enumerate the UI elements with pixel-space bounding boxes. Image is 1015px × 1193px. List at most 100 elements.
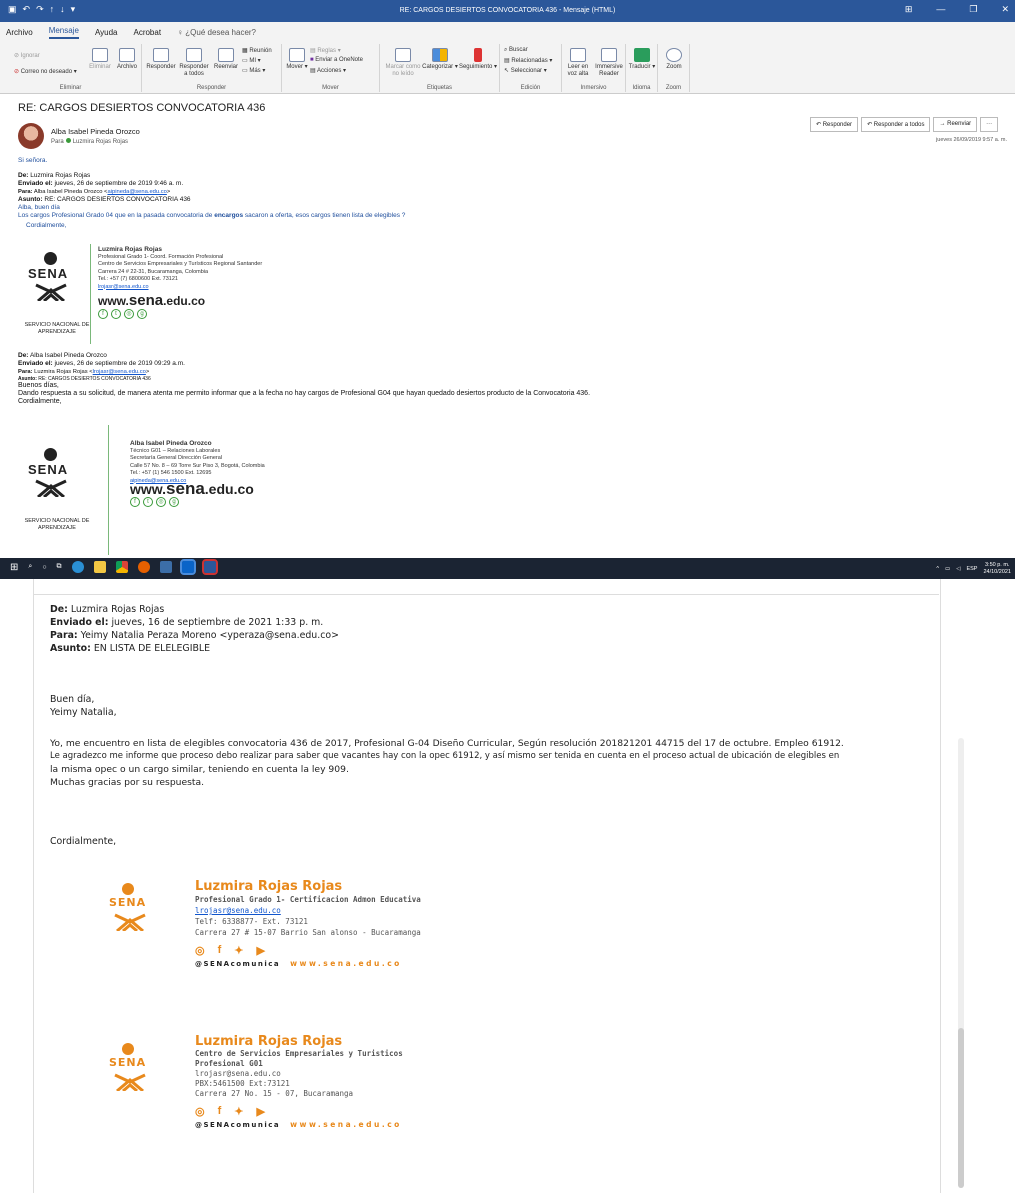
reply-button[interactable]: Responder <box>146 48 176 71</box>
task-view-icon[interactable]: ⧉ <box>57 563 62 571</box>
edge-icon[interactable] <box>71 561 84 573</box>
email-link[interactable]: lrojasr@sena.edu.co <box>93 369 146 375</box>
categorize-button[interactable]: Categorizar ▾ <box>422 48 458 71</box>
sena-figure-icon <box>114 1073 146 1091</box>
website-link[interactable]: www.sena.edu.co <box>290 1120 402 1129</box>
instagram-icon[interactable]: ◎ <box>124 308 134 319</box>
ribbon-display-icon[interactable]: ⊞ <box>905 4 913 15</box>
recipient-name[interactable]: Luzmira Rojas Rojas <box>73 139 128 145</box>
actions-button[interactable]: ▤ Acciones ▾ <box>310 67 346 74</box>
email-link[interactable]: aipineda@sena.edu.co <box>107 189 166 195</box>
rules-button[interactable]: ▤ Reglas ▾ <box>310 47 341 54</box>
facebook-icon[interactable]: f <box>218 1105 222 1118</box>
googleplus-icon[interactable]: g <box>169 496 179 507</box>
group-responder: Responder Responder a todos Reenviar ▦ R… <box>142 44 282 92</box>
meeting-button[interactable]: ▦ Reunión <box>242 47 272 54</box>
chrome-icon[interactable] <box>115 561 128 573</box>
signature-divider <box>90 244 91 344</box>
scrollbar[interactable] <box>958 738 964 1188</box>
reply-all-action-button[interactable]: ↶ Responder a todos <box>861 117 931 132</box>
social-icons: ◎ f ✦ ▶ <box>195 1105 403 1118</box>
junk-button[interactable]: ⊘ Correo no deseado ▾ <box>14 68 77 75</box>
windows-start-icon[interactable]: ⊞ <box>10 562 18 573</box>
tab-acrobat[interactable]: Acrobat <box>133 28 161 37</box>
archive-button[interactable]: Archivo <box>114 48 140 71</box>
twitter-icon[interactable]: ✦ <box>234 944 243 957</box>
close-button[interactable]: ✕ <box>1001 4 1009 15</box>
sena-figure-icon <box>35 283 67 301</box>
im-button[interactable]: ▭ MI ▾ <box>242 57 261 64</box>
network-icon[interactable]: ▭ <box>945 566 950 572</box>
twitter-icon[interactable]: ✦ <box>234 1105 243 1118</box>
immersive-reader-button[interactable]: Immersive Reader <box>594 48 624 78</box>
move-button[interactable]: Mover ▾ <box>286 48 308 71</box>
ignore-button[interactable]: ⊘ Ignorar <box>14 52 40 59</box>
website-link[interactable]: www.sena.edu.co <box>130 480 265 497</box>
read-aloud-icon <box>570 48 586 62</box>
facebook-icon[interactable]: f <box>130 496 140 507</box>
forward-action-button[interactable]: → Reenviar <box>933 117 978 132</box>
sender-name[interactable]: Alba Isabel Pineda Orozco <box>51 127 140 136</box>
onenote-button[interactable]: ■ Enviar a OneNote <box>310 57 363 63</box>
youtube-icon[interactable]: ▶ <box>257 1105 265 1118</box>
instagram-icon[interactable]: ◎ <box>156 496 166 507</box>
more-button[interactable]: ▭ Más ▾ <box>242 67 265 74</box>
read-aloud-button[interactable]: Leer en voz alta <box>564 48 592 78</box>
tray-chevron-icon[interactable]: ^ <box>936 566 939 572</box>
group-edicion: ⌕ Buscar ▤ Relacionadas ▾ ↖ Seleccionar … <box>500 44 562 92</box>
select-icon: ↖ <box>504 68 510 74</box>
tab-mensaje[interactable]: Mensaje <box>48 26 79 39</box>
mark-unread-button[interactable]: Marcar como no leído <box>384 48 422 78</box>
delete-button[interactable]: Eliminar <box>88 48 112 71</box>
minimize-button[interactable]: — <box>936 4 945 15</box>
message-subject: RE: CARGOS DESIERTOS CONVOCATORIA 436 <box>18 102 266 114</box>
tab-ayuda[interactable]: Ayuda <box>95 28 118 37</box>
file-explorer-icon[interactable] <box>93 561 106 573</box>
language-indicator[interactable]: ESP <box>966 566 977 572</box>
website-link[interactable]: www.sena.edu.co <box>98 293 262 308</box>
email-link[interactable]: lrojasr@sena.edu.co <box>195 905 421 916</box>
volume-icon[interactable]: ◁ <box>956 566 960 572</box>
avatar[interactable] <box>18 123 44 149</box>
email-link[interactable]: lrojasr@sena.edu.co <box>98 284 262 292</box>
forward-icon: → <box>939 121 946 127</box>
forward-button[interactable]: Reenviar <box>212 48 240 71</box>
zoom-button[interactable]: Zoom <box>660 48 688 71</box>
cortana-icon[interactable]: ○ <box>42 564 46 571</box>
firefox-icon[interactable] <box>137 561 150 573</box>
related-icon: ▤ <box>504 58 510 64</box>
tab-archivo[interactable]: Archivo <box>6 28 33 37</box>
search-icon[interactable]: ⌕ <box>28 563 32 571</box>
reply-all-button[interactable]: Responder a todos <box>178 48 210 78</box>
find-button[interactable]: ⌕ Buscar <box>504 47 528 54</box>
instagram-icon[interactable]: ◎ <box>195 944 205 957</box>
quoted-header-2: De: Alba Isabel Pineda Orozco Enviado el… <box>18 352 591 405</box>
im-icon: ▭ <box>242 58 248 64</box>
signature-2: Alba Isabel Pineda Orozco Técnico G01 – … <box>130 440 265 507</box>
youtube-icon[interactable]: ▶ <box>257 944 265 957</box>
facebook-icon[interactable]: f <box>98 308 108 319</box>
outlook-icon[interactable] <box>179 559 196 575</box>
app-icon[interactable] <box>159 561 172 573</box>
group-etiquetas: Marcar como no leído Categorizar ▾ Segui… <box>380 44 500 92</box>
tell-me-box[interactable]: ♀ ¿Qué desea hacer? <box>177 28 256 37</box>
twitter-icon[interactable]: t <box>111 308 121 319</box>
twitter-icon[interactable]: t <box>143 496 153 507</box>
tell-me-placeholder: ¿Qué desea hacer? <box>185 27 257 37</box>
maximize-button[interactable]: ❐ <box>969 4 977 15</box>
clock[interactable]: 3:50 p. m. 24/10/2021 <box>983 562 1011 576</box>
sena-logo: SENA SERVICIO NACIONAL DE APRENDIZAJE <box>22 252 89 347</box>
followup-button[interactable]: Seguimiento ▾ <box>458 48 498 71</box>
related-button[interactable]: ▤ Relacionadas ▾ <box>504 57 552 64</box>
instagram-icon[interactable]: ◎ <box>195 1105 205 1118</box>
facebook-icon[interactable]: f <box>218 944 222 957</box>
translate-button[interactable]: Traducir ▾ <box>628 48 656 71</box>
googleplus-icon[interactable]: g <box>137 308 147 319</box>
select-button[interactable]: ↖ Seleccionar ▾ <box>504 67 547 74</box>
word-icon[interactable] <box>201 559 218 575</box>
reply-action-button[interactable]: ↶ Responder <box>810 117 859 132</box>
ignore-icon: ⊘ <box>14 53 20 59</box>
website-link[interactable]: www.sena.edu.co <box>290 959 402 968</box>
more-actions-button[interactable]: ··· <box>980 117 999 132</box>
scrollbar-thumb[interactable] <box>958 1028 964 1188</box>
